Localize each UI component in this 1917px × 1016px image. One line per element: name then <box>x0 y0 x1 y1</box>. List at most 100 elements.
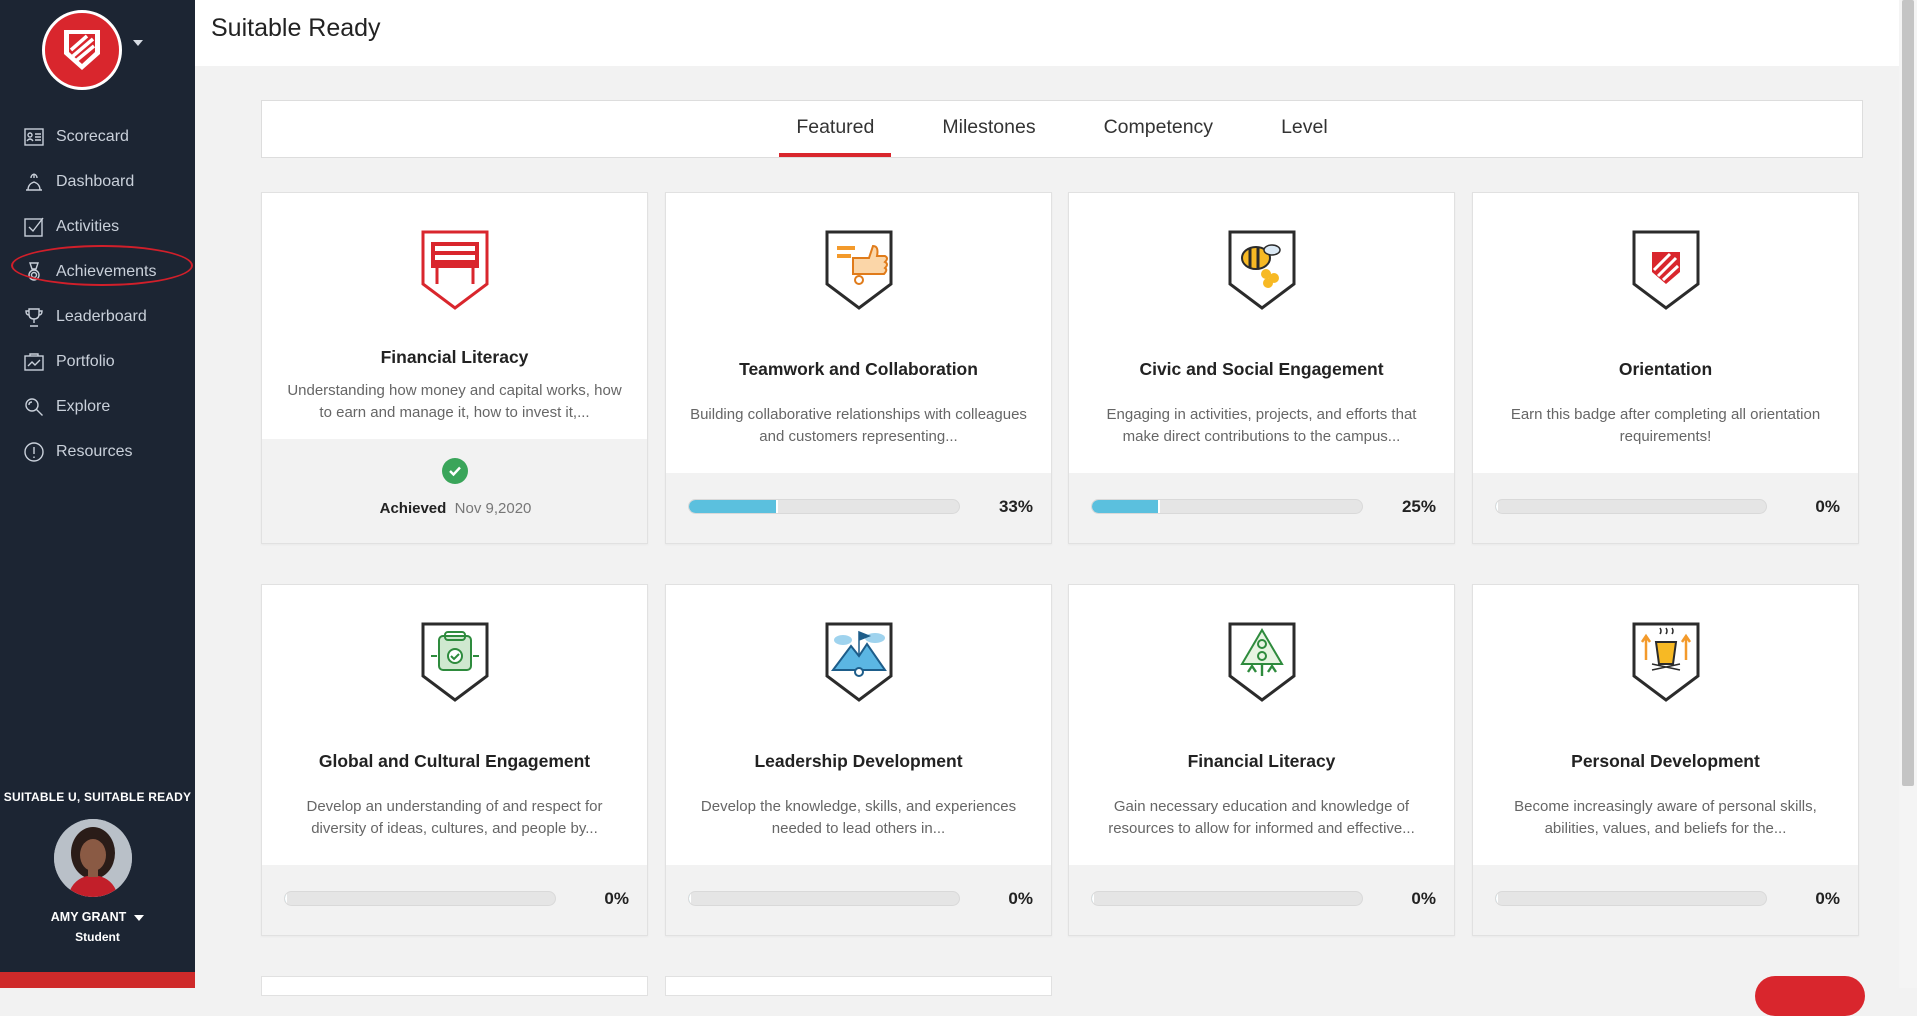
progress-bar <box>1091 891 1363 906</box>
card-description: Engaging in activities, projects, and ef… <box>1106 406 1417 445</box>
progress-bar-fill <box>689 892 691 905</box>
card-footer: Achieved Nov 9,2020 <box>262 439 647 543</box>
header: Suitable Ready <box>195 0 1899 66</box>
achievement-card[interactable] <box>665 976 1052 996</box>
achievement-card[interactable]: Personal Development Become increasingly… <box>1472 584 1859 936</box>
logo[interactable] <box>42 10 122 90</box>
sidebar-item-scorecard[interactable]: Scorecard <box>0 114 195 159</box>
achievements-icon <box>22 260 46 284</box>
sidebar-nav: Scorecard Dashboard Activities Achieveme… <box>0 114 195 474</box>
progress-percent: 0% <box>1815 497 1840 516</box>
resources-icon <box>22 440 46 464</box>
sidebar-item-label: Dashboard <box>56 172 135 190</box>
shield-badge <box>1632 230 1700 310</box>
sidebar-item-resources[interactable]: Resources <box>0 429 195 474</box>
progress-bar-fill <box>1496 892 1498 905</box>
tab-featured[interactable]: Featured <box>779 101 892 157</box>
card-description: Develop the knowledge, skills, and exper… <box>700 798 1017 837</box>
progress-percent: 33% <box>998 497 1033 516</box>
achievement-card[interactable]: Global and Cultural Engagement Develop a… <box>261 584 648 936</box>
sidebar-item-explore[interactable]: Explore <box>0 384 195 429</box>
progress-percent: 25% <box>1401 497 1436 516</box>
progress-bar-fill <box>1496 500 1498 513</box>
money-tree-badge <box>1228 622 1296 702</box>
achieved-status: Achieved Nov 9,2020 <box>262 500 647 517</box>
bee-badge <box>1228 230 1296 310</box>
sidebar-item-portfolio[interactable]: Portfolio <box>0 339 195 384</box>
mountain-flag-badge <box>825 622 893 702</box>
progress-bar <box>1495 499 1767 514</box>
card-footer: 0% <box>1473 865 1858 935</box>
shield-logo-icon <box>64 30 100 70</box>
progress-bar-fill <box>1092 892 1094 905</box>
card-footer: 0% <box>666 865 1051 935</box>
card-description: Become increasingly aware of personal sk… <box>1514 798 1817 837</box>
chevron-down-icon <box>134 914 145 921</box>
user-role: Student <box>75 930 120 944</box>
progress-percent: 0% <box>1411 889 1436 908</box>
card-description: Develop an understanding of and respect … <box>306 798 603 837</box>
tab-milestones[interactable]: Milestones <box>925 101 1052 157</box>
card-title: Civic and Social Engagement <box>1139 359 1384 379</box>
org-name: SUITABLE U, SUITABLE READY <box>3 790 192 804</box>
explore-icon <box>22 395 46 419</box>
progress-bar <box>1091 499 1363 514</box>
tab-competency[interactable]: Competency <box>1087 101 1230 157</box>
card-footer: 0% <box>262 865 647 935</box>
page-title: Suitable Ready <box>211 14 381 42</box>
scorecard-icon <box>22 125 46 149</box>
sidebar-item-label: Scorecard <box>56 127 129 145</box>
coffee-arrows-badge <box>1632 622 1700 702</box>
card-footer: 0% <box>1473 473 1858 543</box>
sidebar-item-leaderboard[interactable]: Leaderboard <box>0 294 195 339</box>
sidebar-item-dashboard[interactable]: Dashboard <box>0 159 195 204</box>
card-footer: 0% <box>1069 865 1454 935</box>
progress-bar-fill <box>689 500 779 513</box>
scrollbar[interactable] <box>1899 0 1917 988</box>
financial-literacy-banner-badge <box>421 230 489 310</box>
sidebar-footer-bar <box>0 972 195 988</box>
card-footer: 25% <box>1069 473 1454 543</box>
sidebar-item-achievements[interactable]: Achievements <box>0 249 195 294</box>
progress-bar-fill <box>1092 500 1160 513</box>
card-title: Teamwork and Collaboration <box>739 359 978 379</box>
scrollbar-thumb[interactable] <box>1902 0 1914 786</box>
achievement-card[interactable]: Financial Literacy Understanding how mon… <box>261 192 648 544</box>
achievement-card[interactable]: Civic and Social Engagement Engaging in … <box>1068 192 1455 544</box>
dashboard-icon <box>22 170 46 194</box>
card-title: Financial Literacy <box>380 347 529 367</box>
backpack-badge <box>421 622 489 702</box>
avatar[interactable] <box>54 819 132 897</box>
achievement-card[interactable] <box>261 976 648 996</box>
achievement-card[interactable]: Teamwork and Collaboration Building coll… <box>665 192 1052 544</box>
sidebar-item-label: Explore <box>56 397 111 415</box>
card-title: Leadership Development <box>754 751 963 771</box>
logo-dropdown-icon[interactable] <box>133 40 143 46</box>
progress-percent: 0% <box>604 889 629 908</box>
user-photo <box>54 819 132 897</box>
achievement-card[interactable]: Leadership Development Develop the knowl… <box>665 584 1052 936</box>
card-description: Understanding how money and capital work… <box>287 382 622 421</box>
portfolio-icon <box>22 350 46 374</box>
sidebar-item-activities[interactable]: Activities <box>0 204 195 249</box>
progress-percent: 0% <box>1008 889 1033 908</box>
floating-action-button[interactable] <box>1755 976 1865 1016</box>
card-description: Gain necessary education and knowledge o… <box>1108 798 1415 837</box>
sidebar: Scorecard Dashboard Activities Achieveme… <box>0 0 195 988</box>
tab-level[interactable]: Level <box>1264 101 1345 157</box>
progress-bar <box>688 499 960 514</box>
card-title: Global and Cultural Engagement <box>318 751 591 771</box>
check-icon <box>442 458 468 484</box>
user-name-menu[interactable]: AMY GRANT <box>0 910 195 924</box>
achieved-date: Nov 9,2020 <box>454 500 532 517</box>
achieved-label: Achieved <box>379 500 447 517</box>
achievement-card[interactable]: Orientation Earn this badge after comple… <box>1472 192 1859 544</box>
progress-bar <box>1495 891 1767 906</box>
card-title: Orientation <box>1618 359 1713 379</box>
sidebar-item-label: Activities <box>56 217 120 235</box>
progress-percent: 0% <box>1815 889 1840 908</box>
thumbs-up-badge <box>825 230 893 310</box>
achievement-card[interactable]: Financial Literacy Gain necessary educat… <box>1068 584 1455 936</box>
sidebar-item-label: Achievements <box>56 262 157 280</box>
card-footer: 33% <box>666 473 1051 543</box>
